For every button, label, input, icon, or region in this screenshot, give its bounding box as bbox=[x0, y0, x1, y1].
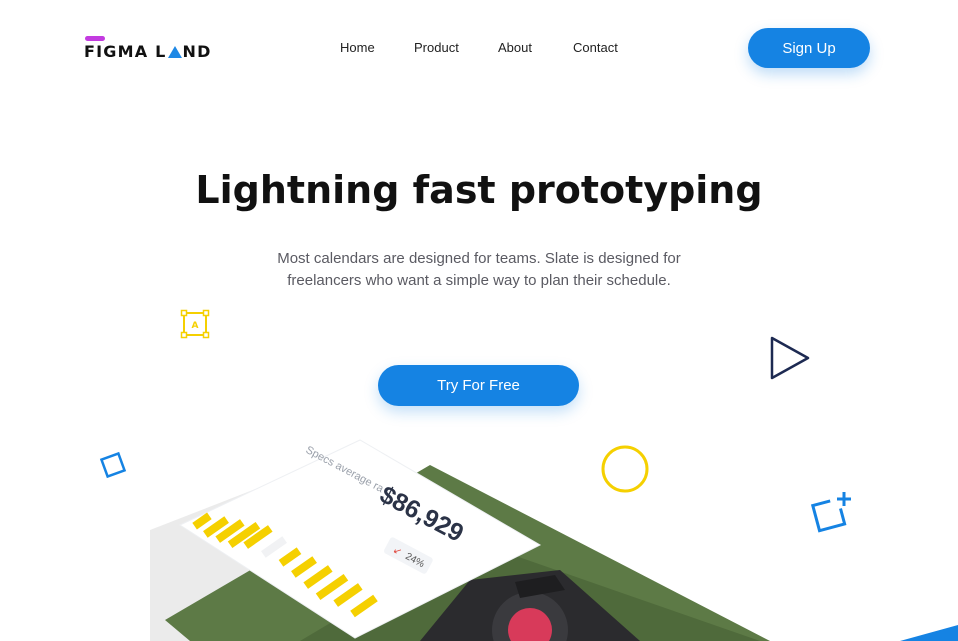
hero-illustration: Specs average ra $86,929 ↙ 24% bbox=[0, 430, 958, 641]
sign-up-button[interactable]: Sign Up bbox=[748, 28, 870, 68]
hero-subtitle-line-2: freelancers who want a simple way to pla… bbox=[287, 272, 671, 289]
svg-text:A: A bbox=[192, 321, 199, 331]
text-frame-icon: A bbox=[180, 309, 210, 339]
corner-accent bbox=[900, 625, 958, 641]
nav-about[interactable]: About bbox=[498, 40, 532, 55]
hero-subtitle: Most calendars are designed for teams. S… bbox=[240, 248, 718, 292]
illustration-canvas: Specs average ra $86,929 ↙ 24% bbox=[150, 439, 958, 641]
nav-home[interactable]: Home bbox=[340, 40, 375, 55]
hero-title: Lightning fast prototyping bbox=[195, 168, 763, 212]
try-for-free-button[interactable]: Try For Free bbox=[378, 365, 579, 406]
hero-subtitle-line-1: Most calendars are designed for teams. S… bbox=[277, 250, 681, 267]
nav-contact[interactable]: Contact bbox=[573, 40, 618, 55]
play-triangle-icon bbox=[770, 336, 810, 380]
nav-product[interactable]: Product bbox=[414, 40, 459, 55]
